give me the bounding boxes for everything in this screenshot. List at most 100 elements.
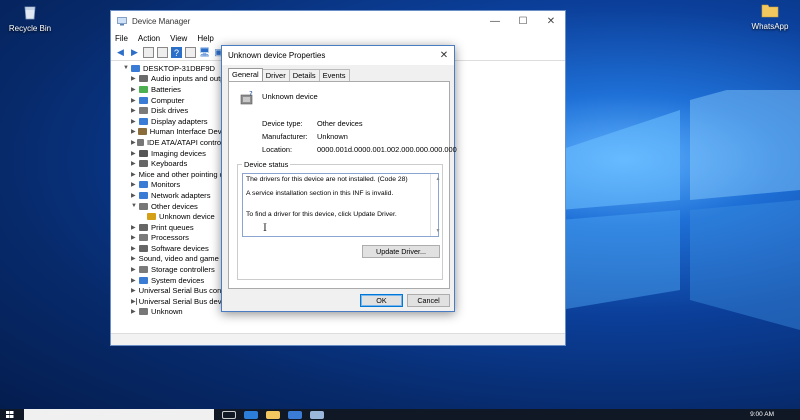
chevron-right-icon[interactable]: ▶ [131,118,139,125]
tree-item[interactable]: ▶ Mice and other pointing devices [123,169,235,180]
chevron-right-icon[interactable]: ▶ [131,266,139,273]
tree-item[interactable]: ▶ Unknown [123,307,235,318]
chevron-down-icon[interactable]: ▼ [123,65,131,71]
maximize-button[interactable]: ☐ [509,16,537,27]
tree-item[interactable]: ▶ Keyboards [123,158,235,169]
task-view-icon[interactable] [222,410,236,419]
menu-help[interactable]: Help [197,34,213,43]
menu-view[interactable]: View [170,34,187,43]
tree-item[interactable]: Unknown device [123,211,235,222]
recycle-bin-desktop-icon[interactable]: Recycle Bin [0,4,60,33]
tree-item[interactable]: ▶ System devices [123,275,235,286]
tree-item[interactable]: ▶ Audio inputs and outputs [123,74,235,85]
cancel-button[interactable]: Cancel [407,294,450,307]
tree-item[interactable]: ▶ Batteries [123,84,235,95]
close-button[interactable]: ✕ [537,16,565,27]
chevron-right-icon[interactable]: ▶ [131,97,139,104]
tree-item[interactable]: ▶ Display adapters [123,116,235,127]
tree-item[interactable]: ▶ Human Interface Devices [123,127,235,138]
dialog-titlebar[interactable]: Unknown device Properties ✕ [222,46,454,65]
chevron-right-icon[interactable]: ▶ [131,107,139,114]
device-category-icon [138,128,147,136]
general-tab-panel: ? Unknown device Device type: Other devic… [228,81,457,289]
status-bar [111,333,565,345]
device-manager-title: Device Manager [132,16,191,26]
device-manager-taskbar-icon[interactable] [310,410,324,419]
resources-icon[interactable] [185,47,196,58]
tree-item-label: Processors [151,233,189,243]
tree-item[interactable]: ▶ Monitors [123,180,235,191]
tab-general[interactable]: General [228,68,263,82]
store-icon[interactable] [288,410,302,419]
tree-item[interactable]: ▶ Print queues [123,222,235,233]
forward-arrow-icon[interactable]: ▶ [129,47,140,58]
chevron-right-icon[interactable]: ▶ [131,192,139,199]
recycle-bin-label: Recycle Bin [8,24,52,33]
menu-action[interactable]: Action [138,34,160,43]
tree-item[interactable]: ▼ DESKTOP-31DBF9D [123,63,235,74]
unknown-device-icon: ? [240,90,253,105]
status-line-1: The drivers for this device are not inst… [246,176,408,183]
tab-details[interactable]: Details [288,69,320,81]
scroll-down-icon[interactable]: ▼ [435,227,442,235]
tree-item[interactable]: ▼ Other devices [123,201,235,212]
chevron-right-icon[interactable]: ▶ [131,255,136,262]
tree-item-label: Display adapters [151,116,208,126]
chevron-right-icon[interactable]: ▶ [131,287,136,294]
tree-item[interactable]: ▶ Processors [123,233,235,244]
menu-file[interactable]: File [115,34,128,43]
back-arrow-icon[interactable]: ◀ [115,47,126,58]
device-status-textbox[interactable]: The drivers for this device are not inst… [242,173,440,237]
chevron-right-icon[interactable]: ▶ [131,224,139,231]
tree-item[interactable]: ▶ Universal Serial Bus devices [123,296,235,307]
scroll-up-icon[interactable]: ▲ [435,175,442,183]
file-explorer-icon[interactable] [266,410,280,419]
scan-hardware-icon[interactable]: 🖥 [199,47,210,58]
tree-item[interactable]: ▶ Disk drives [123,105,235,116]
device-category-icon [139,85,148,93]
tree-item[interactable]: ▶ Storage controllers [123,264,235,275]
chevron-right-icon[interactable]: ▶ [131,128,138,135]
chevron-right-icon[interactable]: ▶ [131,150,139,157]
chevron-right-icon[interactable]: ▶ [131,308,139,315]
whatsapp-desktop-icon[interactable]: WhatsApp [740,2,800,31]
chevron-right-icon[interactable]: ▶ [131,171,136,178]
status-scrollbar[interactable]: ▲ ▼ [430,174,440,236]
device-manager-titlebar[interactable]: Device Manager — ☐ ✕ [111,11,565,31]
tab-driver[interactable]: Driver [261,69,290,81]
tree-item[interactable]: ▶Sound, video and game controllers [123,254,235,265]
wallpaper-light-beams [560,90,800,330]
chevron-right-icon[interactable]: ▶ [131,181,139,188]
start-windows-icon[interactable] [0,409,20,420]
chevron-down-icon[interactable]: ▼ [131,203,139,209]
chevron-right-icon[interactable]: ▶ [131,86,139,93]
tree-item[interactable]: ▶ IDE ATA/ATAPI controllers [123,137,235,148]
chevron-right-icon[interactable]: ▶ [131,245,139,252]
properties-grid-icon[interactable] [143,47,154,58]
tree-item-label: Computer [151,95,185,105]
device-category-icon [139,266,148,274]
device-category-icon [147,213,156,221]
edge-icon[interactable] [244,410,258,419]
chevron-right-icon[interactable]: ▶ [131,75,139,82]
chevron-right-icon[interactable]: ▶ [131,277,139,284]
help-icon[interactable]: ? [171,47,182,58]
list-view-icon[interactable] [157,47,168,58]
ok-button[interactable]: OK [360,294,403,307]
chevron-right-icon[interactable]: ▶ [131,298,136,305]
tree-item[interactable]: ▶ Imaging devices [123,148,235,159]
property-value: 0000.001d.0000.001.002.000.000.000.000 [317,145,457,154]
dialog-close-button[interactable]: ✕ [434,50,454,61]
tree-item[interactable]: ▶ Universal Serial Bus controllers [123,285,235,296]
minimize-button[interactable]: — [481,16,509,27]
tree-item[interactable]: ▶ Software devices [123,243,235,254]
chevron-right-icon[interactable]: ▶ [131,160,139,167]
taskbar-search-box[interactable] [24,409,214,420]
device-category-icon [139,75,148,83]
chevron-right-icon[interactable]: ▶ [131,234,139,241]
recycle-bin-icon [24,6,36,20]
tree-item[interactable]: ▶ Network adapters [123,190,235,201]
tree-item[interactable]: ▶ Computer [123,95,235,106]
tab-events[interactable]: Events [318,69,350,81]
update-driver-button[interactable]: Update Driver... [362,245,440,258]
